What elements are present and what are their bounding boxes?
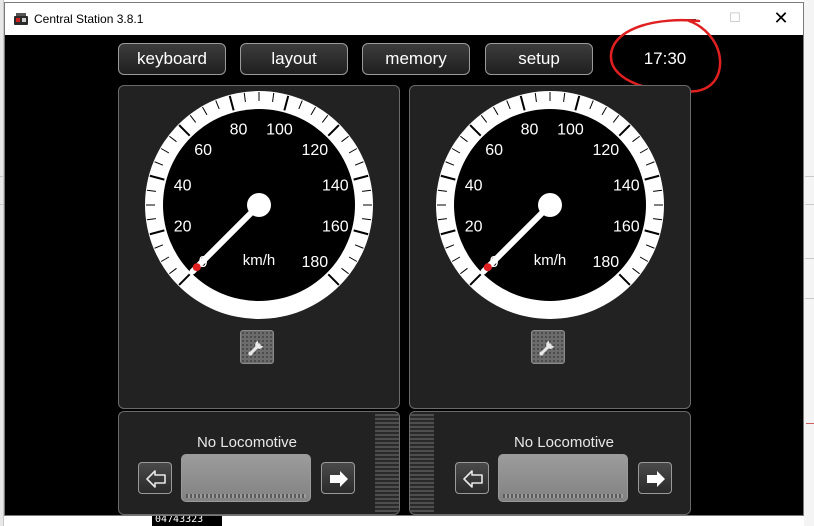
gauge-tick-label: 100 xyxy=(266,122,293,139)
gauge-tick-label: 80 xyxy=(230,122,248,139)
gauge-tick-label: 40 xyxy=(465,178,483,195)
gauge-tick-label: 40 xyxy=(174,178,192,195)
wrench-icon xyxy=(539,341,554,356)
background-red-line xyxy=(806,423,814,424)
speed-slider-right[interactable] xyxy=(410,414,434,512)
gauge-tick-label: 140 xyxy=(613,178,640,195)
arrow-left-icon xyxy=(146,470,166,488)
arrow-left-icon xyxy=(463,470,483,488)
gauge-tick-label: 180 xyxy=(302,254,329,271)
previous-locomotive-button[interactable] xyxy=(455,462,489,494)
gauge-zero-marker xyxy=(483,263,492,272)
gauge-tick-label: 80 xyxy=(521,122,539,139)
speedometer-panel-right: 020406080100120140160180km/h xyxy=(409,85,691,409)
locomotive-display[interactable] xyxy=(498,454,628,502)
gauge-tick-label: 60 xyxy=(194,142,212,159)
background-window-edge xyxy=(804,0,814,526)
gauge-tick-label: 160 xyxy=(322,218,349,235)
previous-locomotive-button[interactable] xyxy=(138,462,172,494)
locomotive-display[interactable] xyxy=(181,454,311,502)
background-line xyxy=(805,204,814,205)
speedometer-right: 020406080100120140160180km/h xyxy=(436,91,664,319)
gauge-tick-label: 180 xyxy=(593,254,620,271)
arrow-right-icon xyxy=(647,471,665,487)
next-locomotive-button[interactable] xyxy=(321,462,355,494)
gauge-unit-label: km/h xyxy=(243,252,276,269)
speed-slider-left[interactable] xyxy=(375,414,399,512)
gauge-tick-label: 100 xyxy=(557,122,584,139)
locomotive-name: No Locomotive xyxy=(196,434,298,451)
gauge-tick-label: 60 xyxy=(485,142,503,159)
wrench-icon xyxy=(248,341,263,356)
gauge-tick-label: 140 xyxy=(322,178,349,195)
next-locomotive-button[interactable] xyxy=(638,462,672,494)
gauge-tick-label: 120 xyxy=(302,142,329,159)
background-line xyxy=(805,176,814,177)
background-line xyxy=(805,258,814,259)
gauge-unit-label: km/h xyxy=(534,252,567,269)
gauge-tick-label: 20 xyxy=(465,218,483,235)
app-window: Central Station 3.8.1 — ☐ ✕ keyboard lay… xyxy=(4,2,804,516)
gauge-hub xyxy=(538,193,562,217)
memory-button[interactable]: memory xyxy=(362,43,470,75)
background-line xyxy=(805,298,814,299)
close-button[interactable]: ✕ xyxy=(758,3,804,35)
settings-button-right[interactable] xyxy=(531,330,565,364)
gauge-zero-marker xyxy=(192,263,201,272)
locomotive-panel-right: No Locomotive xyxy=(409,411,691,515)
speedometer-left: 020406080100120140160180km/h xyxy=(145,91,373,319)
speedometer-panel-left: 020406080100120140160180km/h xyxy=(118,85,400,409)
gauge-tick-label: 160 xyxy=(613,218,640,235)
locomotive-name: No Locomotive xyxy=(513,434,615,451)
arrow-right-icon xyxy=(330,471,348,487)
locomotive-panel-left: No Locomotive xyxy=(118,411,400,515)
gauge-tick-label: 120 xyxy=(593,142,620,159)
app-icon xyxy=(14,13,28,25)
app-content: keyboard layout memory setup 17:30 02040… xyxy=(5,18,803,515)
layout-button[interactable]: layout xyxy=(240,43,348,75)
gauge-hub xyxy=(247,193,271,217)
keyboard-button[interactable]: keyboard xyxy=(118,43,226,75)
settings-button-left[interactable] xyxy=(240,330,274,364)
gauge-tick-label: 20 xyxy=(174,218,192,235)
setup-button[interactable]: setup xyxy=(485,43,593,75)
window-title: Central Station 3.8.1 xyxy=(34,12,144,26)
